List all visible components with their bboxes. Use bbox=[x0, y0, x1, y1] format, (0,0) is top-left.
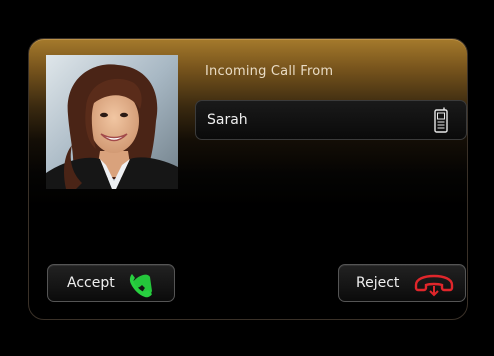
mobile-phone-icon bbox=[434, 107, 448, 133]
accept-label: Accept bbox=[67, 275, 115, 291]
incoming-call-title: Incoming Call From bbox=[205, 64, 334, 79]
incoming-call-dialog: Incoming Call From Sarah Accept Reject bbox=[28, 38, 468, 320]
reject-label: Reject bbox=[356, 275, 400, 291]
accept-button[interactable]: Accept bbox=[47, 264, 175, 302]
caller-name: Sarah bbox=[207, 112, 248, 128]
caller-photo bbox=[46, 55, 178, 189]
caller-name-field: Sarah bbox=[195, 100, 467, 140]
reject-button[interactable]: Reject bbox=[338, 264, 466, 302]
incoming-call-screen: Incoming Call From Sarah Accept Reject bbox=[0, 0, 494, 356]
caller-photo-avatar bbox=[46, 55, 178, 189]
hang-up-icon bbox=[414, 274, 454, 297]
phone-handset-icon bbox=[129, 274, 152, 298]
